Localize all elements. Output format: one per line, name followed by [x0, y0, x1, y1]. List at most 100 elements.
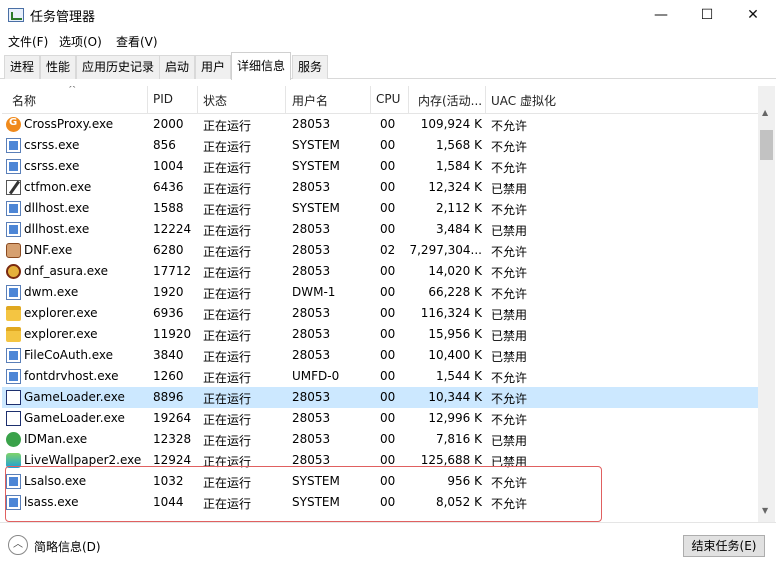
app-generic-icon: [6, 222, 21, 237]
process-memory: 12,324 K: [428, 180, 482, 194]
end-task-button[interactable]: 结束任务(E): [683, 535, 765, 557]
table-row[interactable]: CrossProxy.exe 2000 正在运行 28053 00 109,924 K 不允…: [2, 114, 758, 135]
scroll-up-icon[interactable]: ▲: [762, 108, 768, 117]
gameloader-icon: [6, 411, 21, 426]
process-cpu: 00: [380, 432, 396, 446]
process-memory: 3,484 K: [435, 222, 482, 236]
process-status: 正在运行: [203, 371, 252, 385]
table-row[interactable]: ctfmon.exe 6436 正在运行 28053 00 12,324 K 已禁用: [2, 177, 758, 198]
gameloader-icon: [6, 390, 21, 405]
process-username: 28053: [292, 348, 331, 362]
table-row[interactable]: FileCoAuth.exe 3840 正在运行 28053 00 10,400 K 已禁用: [2, 345, 758, 366]
table-row[interactable]: dnf_asura.exe 17712 正在运行 28053 00 14,020 K 不允许: [2, 261, 758, 282]
process-name: dllhost.exe: [24, 201, 90, 215]
vertical-scrollbar[interactable]: ▲ ▼: [758, 86, 775, 522]
column-header-username[interactable]: 用户名: [292, 92, 328, 109]
tab-startup[interactable]: 启动: [159, 55, 196, 79]
process-username: 28053: [292, 222, 331, 236]
table-row[interactable]: explorer.exe 11920 正在运行 28053 00 15,956 K 已禁用: [2, 324, 758, 345]
app-generic-icon: [6, 369, 21, 384]
process-username: 28053: [292, 306, 331, 320]
column-header-name[interactable]: 名称: [12, 92, 36, 109]
process-username: 28053: [292, 264, 331, 278]
process-username: 28053: [292, 327, 331, 341]
fewer-details-link[interactable]: 简略信息(D): [34, 538, 101, 555]
annotation-highlight: [5, 466, 602, 522]
process-name: explorer.exe: [24, 306, 98, 320]
process-list: CrossProxy.exe 2000 正在运行 28053 00 109,924 K 不允…: [2, 114, 758, 513]
process-username: SYSTEM: [292, 159, 340, 173]
crossproxy-icon: [6, 117, 21, 132]
menu-options[interactable]: 选项(O): [59, 33, 102, 50]
column-header-memory[interactable]: 内存(活动...: [418, 92, 482, 109]
process-username: 28053: [292, 180, 331, 194]
scrollbar-thumb[interactable]: [760, 130, 773, 160]
title-bar: 任务管理器 — ☐ ✕: [0, 0, 776, 30]
table-row[interactable]: explorer.exe 6936 正在运行 28053 00 116,324 K 已禁用: [2, 303, 758, 324]
chevron-up-icon[interactable]: ︿: [8, 535, 28, 555]
process-name: dllhost.exe: [24, 222, 90, 236]
table-row[interactable]: GameLoader.exe 8896 正在运行 28053 00 10,344 K 不允许: [2, 387, 758, 408]
process-name: dnf_asura.exe: [24, 264, 109, 278]
tab-app-history[interactable]: 应用历史记录: [76, 55, 161, 79]
process-cpu: 00: [380, 180, 396, 194]
process-name: fontdrvhost.exe: [24, 369, 119, 383]
table-row[interactable]: dwm.exe 1920 正在运行 DWM-1 00 66,228 K 不允许: [2, 282, 758, 303]
table-row[interactable]: csrss.exe 856 正在运行 SYSTEM 00 1,568 K 不允许: [2, 135, 758, 156]
process-memory: 14,020 K: [428, 264, 482, 278]
process-memory: 1,544 K: [435, 369, 482, 383]
table-row[interactable]: IDMan.exe 12328 正在运行 28053 00 7,816 K 已禁用: [2, 429, 758, 450]
process-status: 正在运行: [203, 119, 252, 133]
process-uac: 已禁用: [491, 308, 528, 322]
menu-file[interactable]: 文件(F): [8, 33, 48, 50]
process-pid: 1920: [153, 285, 184, 299]
table-row[interactable]: csrss.exe 1004 正在运行 SYSTEM 00 1,584 K 不允许: [2, 156, 758, 177]
table-row[interactable]: DNF.exe 6280 正在运行 28053 02 7,297,304... 不允许: [2, 240, 758, 261]
tab-services[interactable]: 服务: [292, 55, 329, 79]
app-generic-icon: [6, 201, 21, 216]
process-name: LiveWallpaper2.exe: [24, 453, 142, 467]
process-status: 正在运行: [203, 161, 252, 175]
process-name: DNF.exe: [24, 243, 73, 257]
menu-view[interactable]: 查看(V): [116, 33, 158, 50]
scroll-down-icon[interactable]: ▼: [762, 506, 768, 515]
process-status: 正在运行: [203, 245, 252, 259]
process-uac: 不允许: [491, 392, 528, 406]
tab-users[interactable]: 用户: [195, 55, 232, 79]
process-username: 28053: [292, 432, 331, 446]
process-memory: 15,956 K: [428, 327, 482, 341]
process-username: 28053: [292, 117, 331, 131]
footer: ︿ 简略信息(D) 结束任务(E): [0, 522, 776, 570]
minimize-button[interactable]: —: [638, 0, 684, 30]
process-memory: 2,112 K: [435, 201, 482, 215]
process-uac: 不允许: [491, 287, 528, 301]
process-name: csrss.exe: [24, 159, 80, 173]
process-pid: 6436: [153, 180, 184, 194]
process-username: UMFD-0: [292, 369, 340, 383]
tab-performance[interactable]: 性能: [40, 55, 77, 79]
tab-strip: 进程 性能 应用历史记录 启动 用户 详细信息 服务: [0, 52, 776, 80]
maximize-button[interactable]: ☐: [684, 0, 730, 30]
tab-details[interactable]: 详细信息: [231, 52, 292, 80]
process-username: 28053: [292, 390, 331, 404]
process-pid: 12328: [153, 432, 192, 446]
column-header-cpu[interactable]: CPU: [376, 92, 400, 106]
process-memory: 109,924 K: [420, 117, 482, 131]
tab-processes[interactable]: 进程: [4, 55, 41, 79]
process-cpu: 00: [380, 369, 396, 383]
column-header-pid[interactable]: PID: [153, 92, 173, 106]
table-row[interactable]: dllhost.exe 12224 正在运行 28053 00 3,484 K 已禁用: [2, 219, 758, 240]
column-header-status[interactable]: 状态: [203, 92, 227, 109]
process-cpu: 00: [380, 117, 396, 131]
process-memory: 1,584 K: [435, 159, 482, 173]
process-cpu: 00: [380, 201, 396, 215]
process-pid: 3840: [153, 348, 184, 362]
close-button[interactable]: ✕: [730, 0, 776, 30]
column-header-uac[interactable]: UAC 虚拟化: [491, 92, 556, 109]
process-pid: 1588: [153, 201, 184, 215]
table-row[interactable]: fontdrvhost.exe 1260 正在运行 UMFD-0 00 1,544 K 不允…: [2, 366, 758, 387]
process-memory: 10,344 K: [428, 390, 482, 404]
process-cpu: 00: [380, 264, 396, 278]
table-row[interactable]: dllhost.exe 1588 正在运行 SYSTEM 00 2,112 K 不允许: [2, 198, 758, 219]
table-row[interactable]: GameLoader.exe 19264 正在运行 28053 00 12,996 K 不允…: [2, 408, 758, 429]
